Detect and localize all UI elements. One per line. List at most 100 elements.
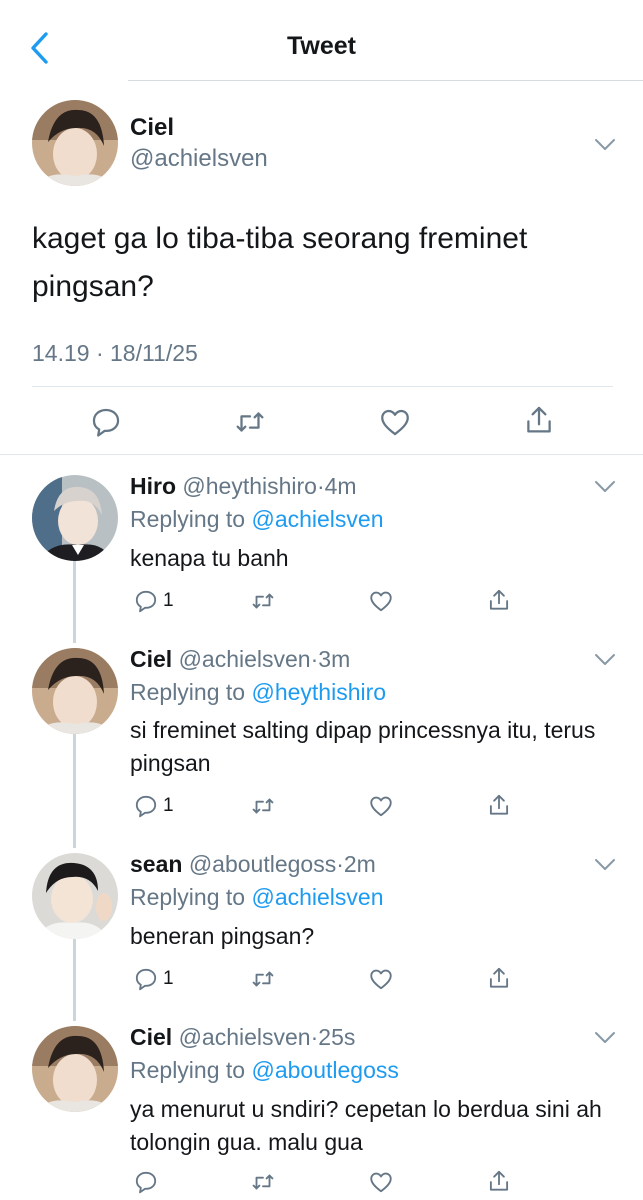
chevron-down-icon xyxy=(595,654,615,665)
main-author-handle[interactable]: @achielsven xyxy=(130,145,268,173)
reply-author-name[interactable]: Ciel xyxy=(130,646,172,672)
reply-more-button[interactable] xyxy=(594,1031,616,1045)
heart-icon xyxy=(381,409,409,436)
retweet-icon xyxy=(252,1174,274,1190)
reply-timestamp[interactable]: 4m xyxy=(325,473,357,499)
reply-timestamp[interactable]: 2m xyxy=(344,851,376,877)
chevron-down-icon xyxy=(595,481,615,492)
chevron-down-icon xyxy=(595,1032,615,1043)
reply-more-button[interactable] xyxy=(594,858,616,872)
thread-connector xyxy=(73,561,76,643)
reply-share-button[interactable] xyxy=(486,963,512,993)
reply-author-handle[interactable]: @achielsven xyxy=(179,646,311,672)
reply-timestamp[interactable]: 3m xyxy=(318,646,350,672)
reply-author-name[interactable]: Hiro xyxy=(130,473,176,499)
reply-share-button[interactable] xyxy=(486,790,512,820)
speech-bubble-icon xyxy=(135,795,157,818)
reply-retweet-button[interactable] xyxy=(250,964,276,994)
reply-retweet-button[interactable] xyxy=(250,791,276,821)
main-share-button[interactable] xyxy=(522,403,556,437)
reply-author-avatar[interactable] xyxy=(32,648,118,734)
replying-to-handle[interactable]: @achielsven xyxy=(251,884,383,910)
reply-count: 1 xyxy=(163,590,174,611)
replying-to-line: Replying to @achielsven xyxy=(130,884,384,911)
reply-header: sean @aboutlegoss·2m xyxy=(130,851,376,878)
reply-header: Hiro @heythishiro·4m xyxy=(130,473,357,500)
replying-to-label: Replying to xyxy=(130,506,246,532)
replying-to-label: Replying to xyxy=(130,679,246,705)
page-title: Tweet xyxy=(287,32,356,60)
reply-count: 1 xyxy=(163,968,174,989)
speech-bubble-icon xyxy=(135,968,157,991)
share-icon xyxy=(489,1170,509,1191)
share-icon xyxy=(489,794,509,815)
reply-author-name[interactable]: Ciel xyxy=(130,1024,172,1050)
speech-bubble-icon xyxy=(92,408,120,437)
main-tweet-timestamp[interactable]: 14.19 · 18/11/25 xyxy=(32,340,198,367)
reply-retweet-button[interactable] xyxy=(250,586,276,616)
share-icon xyxy=(489,589,509,610)
replying-to-label: Replying to xyxy=(130,1057,246,1083)
reply-more-button[interactable] xyxy=(594,480,616,494)
reply-author-avatar[interactable] xyxy=(32,853,118,939)
main-author-name[interactable]: Ciel xyxy=(130,114,174,142)
reply-share-button[interactable] xyxy=(486,1166,512,1196)
share-icon xyxy=(527,406,551,433)
main-author-avatar[interactable] xyxy=(32,100,118,186)
retweet-icon xyxy=(236,412,264,432)
main-divider-top xyxy=(32,386,613,387)
speech-bubble-icon xyxy=(135,590,157,613)
reply-like-button[interactable] xyxy=(368,791,394,821)
reply-text: si freminet salting dipap princessnya it… xyxy=(130,717,596,776)
reply-like-button[interactable] xyxy=(368,1167,394,1197)
reply-share-button[interactable] xyxy=(486,585,512,615)
reply-reply-button[interactable]: 1 xyxy=(133,791,174,821)
retweet-icon xyxy=(252,798,274,814)
reply-author-avatar[interactable] xyxy=(32,1026,118,1112)
heart-icon xyxy=(370,796,392,817)
main-divider-bottom xyxy=(0,454,643,455)
replying-to-line: Replying to @achielsven xyxy=(130,506,384,533)
reply-author-handle[interactable]: @achielsven xyxy=(179,1024,311,1050)
thread-connector xyxy=(73,734,76,848)
replying-to-line: Replying to @heythishiro xyxy=(130,679,386,706)
replying-to-handle[interactable]: @heythishiro xyxy=(251,679,386,705)
reply-like-button[interactable] xyxy=(368,964,394,994)
reply-author-handle[interactable]: @aboutlegoss xyxy=(189,851,336,877)
reply-author-name[interactable]: sean xyxy=(130,851,182,877)
reply-text: kenapa tu banh xyxy=(130,545,289,571)
replying-to-handle[interactable]: @aboutlegoss xyxy=(251,1057,398,1083)
top-bar: Tweet xyxy=(0,0,643,82)
chevron-down-icon xyxy=(595,139,615,150)
reply-retweet-button[interactable] xyxy=(250,1167,276,1197)
reply-timestamp[interactable]: 25s xyxy=(318,1024,355,1050)
heart-icon xyxy=(370,969,392,990)
reply-reply-button[interactable] xyxy=(133,1167,163,1197)
reply-reply-button[interactable]: 1 xyxy=(133,964,174,994)
thread-connector xyxy=(73,939,76,1021)
main-retweet-button[interactable] xyxy=(233,405,267,439)
reply-like-button[interactable] xyxy=(368,586,394,616)
main-reply-button[interactable] xyxy=(89,405,123,439)
reply-header: Ciel @achielsven·3m xyxy=(130,646,350,673)
heart-icon xyxy=(370,1172,392,1193)
chevron-down-icon xyxy=(595,859,615,870)
replying-to-line: Replying to @aboutlegoss xyxy=(130,1057,399,1084)
reply-reply-button[interactable]: 1 xyxy=(133,586,174,616)
reply-more-button[interactable] xyxy=(594,653,616,667)
reply-count: 1 xyxy=(163,795,174,816)
reply-author-avatar[interactable] xyxy=(32,475,118,561)
reply-author-handle[interactable]: @heythishiro xyxy=(182,473,317,499)
main-like-button[interactable] xyxy=(378,405,412,439)
replying-to-handle[interactable]: @achielsven xyxy=(251,506,383,532)
share-icon xyxy=(489,967,509,988)
main-tweet-text: kaget ga lo tiba-tiba seorang freminet p… xyxy=(32,222,528,303)
reply-header: Ciel @achielsven·25s xyxy=(130,1024,355,1051)
replying-to-label: Replying to xyxy=(130,884,246,910)
separator-dot: · xyxy=(316,473,325,499)
retweet-icon xyxy=(252,593,274,609)
reply-text: ya menurut u sndiri? cepetan lo berdua s… xyxy=(130,1096,602,1155)
heart-icon xyxy=(370,591,392,612)
main-more-button[interactable] xyxy=(594,138,616,152)
header-divider xyxy=(128,80,643,81)
